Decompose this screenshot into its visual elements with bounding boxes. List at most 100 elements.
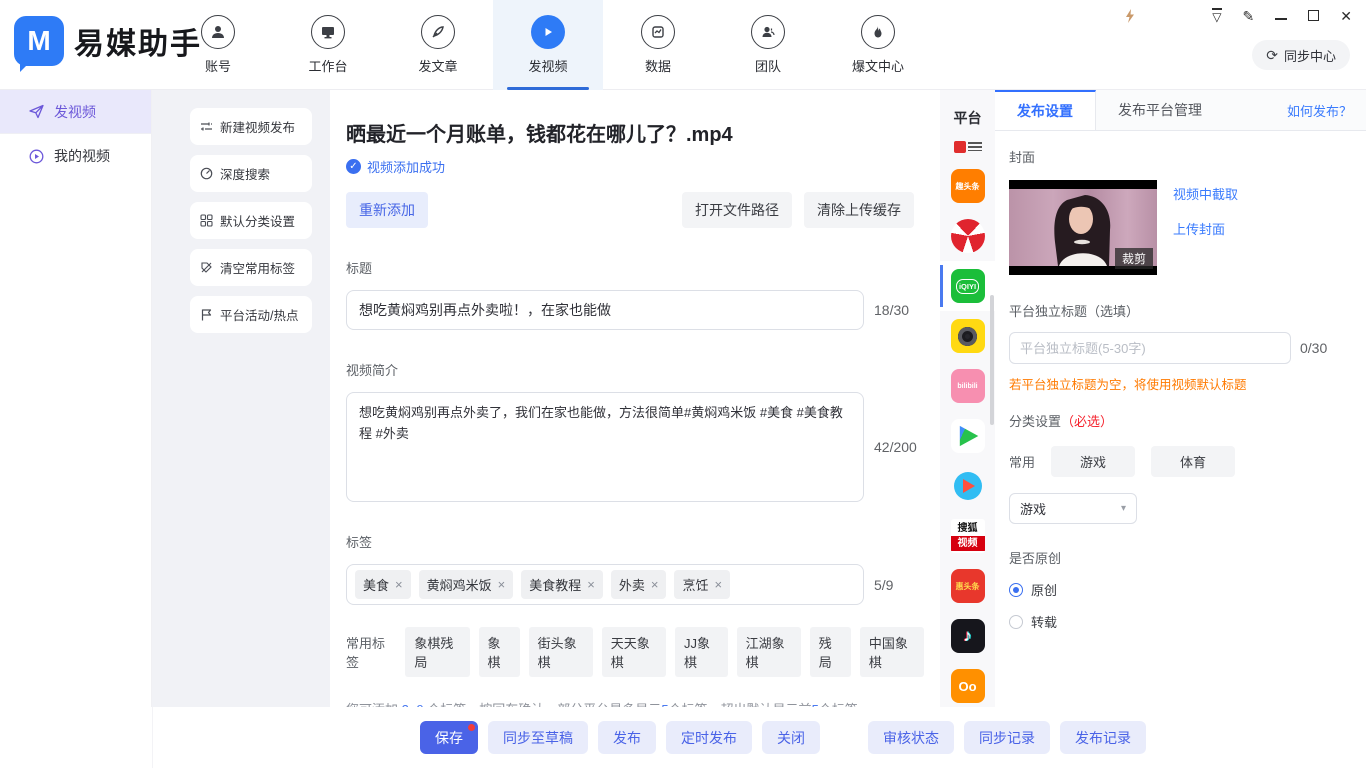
nav-item-account[interactable]: 账号: [163, 0, 273, 90]
tab-platform-management[interactable]: 发布平台管理: [1096, 90, 1224, 130]
nav-item-team[interactable]: 团队: [713, 0, 823, 90]
upload-cover-link[interactable]: 上传封面: [1173, 219, 1238, 238]
publish-button[interactable]: 发布: [598, 721, 656, 754]
clear-upload-cache-button[interactable]: 清除上传缓存: [804, 192, 914, 228]
common-tag-chip[interactable]: 街头象棋: [529, 627, 593, 677]
maximize-icon[interactable]: [1308, 10, 1319, 21]
common-tag-chip[interactable]: 残局: [810, 627, 851, 677]
platform-icon-camera-app[interactable]: [940, 311, 995, 361]
publish-settings-panel: 发布设置 发布平台管理 如何发布？ 封面: [995, 90, 1366, 707]
cover-thumbnail[interactable]: 裁剪: [1009, 180, 1157, 275]
sidebar-item-label: 发视频: [54, 102, 96, 122]
sync-records-button[interactable]: 同步记录: [964, 721, 1050, 754]
crop-button[interactable]: 裁剪: [1115, 248, 1153, 269]
nav-item-workbench[interactable]: 工作台: [273, 0, 383, 90]
deep-search-button[interactable]: 深度搜索: [190, 155, 312, 192]
tray-icon: [1124, 9, 1136, 23]
default-category-settings-button[interactable]: 默认分类设置: [190, 202, 312, 239]
hide-to-tray-icon[interactable]: ▽: [1212, 8, 1221, 23]
sidebar-item-publish-video[interactable]: 发视频: [0, 90, 151, 134]
platform-title-counter: 0/30: [1300, 340, 1327, 356]
radio-original-label: 原创: [1031, 580, 1057, 599]
title-input[interactable]: 想吃黄焖鸡别再点外卖啦！，在家也能做: [346, 290, 864, 330]
save-button[interactable]: 保存: [420, 721, 478, 754]
category-quick-game[interactable]: 游戏: [1051, 446, 1135, 477]
save-button-label: 保存: [435, 728, 463, 748]
action-label: 平台活动/热点: [220, 305, 298, 324]
platform-icon-douyin[interactable]: ♪: [940, 611, 995, 661]
window-controls: ▽ ✎ ✕: [1212, 8, 1352, 23]
platform-mini-logo[interactable]: [954, 140, 982, 153]
tag-label: 美食: [363, 575, 389, 594]
common-tag-chip[interactable]: JJ象棋: [675, 627, 728, 677]
platform-icon-tencent-video[interactable]: [940, 411, 995, 461]
tag-chip: 外卖 ×: [611, 570, 667, 599]
review-status-button[interactable]: 审核状态: [868, 721, 954, 754]
tag-chip: 美食 ×: [355, 570, 411, 599]
readd-video-button[interactable]: 重新添加: [346, 192, 428, 228]
radio-original[interactable]: 原创: [1009, 580, 1352, 599]
minimize-icon[interactable]: [1275, 12, 1287, 20]
radio-repost[interactable]: 转载: [1009, 612, 1352, 631]
category-quick-sports[interactable]: 体育: [1151, 446, 1235, 477]
sync-center-button[interactable]: ⟳ 同步中心: [1252, 40, 1350, 70]
platform-scrollbar[interactable]: [990, 295, 994, 425]
sync-to-draft-button[interactable]: 同步至草稿: [488, 721, 588, 754]
radio-repost-label: 转载: [1031, 612, 1057, 631]
platform-bar: 平台 趣头条 iQIYI bilibili 搜狐 视频 惠头条 ♪ Oo: [940, 90, 995, 707]
sidebar-item-my-videos[interactable]: 我的视频: [0, 134, 151, 178]
platform-icon-haokan[interactable]: [940, 461, 995, 511]
common-tag-chip[interactable]: 天天象棋: [602, 627, 666, 677]
tag-label: 黄焖鸡米饭: [427, 575, 492, 594]
platform-title-input[interactable]: [1009, 332, 1291, 364]
how-to-publish-link[interactable]: 如何发布？: [1287, 101, 1352, 120]
remove-tag-icon[interactable]: ×: [395, 577, 403, 592]
open-file-path-button[interactable]: 打开文件路径: [682, 192, 792, 228]
platform-icon-sohu-video[interactable]: 搜狐 视频: [940, 511, 995, 561]
description-textarea[interactable]: 想吃黄焖鸡别再点外卖了，我们在家也能做，方法很简单#黄焖鸡米饭 #美食 #美食教…: [346, 392, 864, 502]
new-video-publish-button[interactable]: 新建视频发布: [190, 108, 312, 145]
clear-common-tags-button[interactable]: 清空常用标签: [190, 249, 312, 286]
platform-icon-bilibili[interactable]: bilibili: [940, 361, 995, 411]
remove-tag-icon[interactable]: ×: [714, 577, 722, 592]
common-tag-chip[interactable]: 象棋残局: [405, 627, 469, 677]
platform-icon-ifeng[interactable]: [940, 211, 995, 261]
common-tag-chip[interactable]: 象棋: [479, 627, 520, 677]
nav-item-hot-center[interactable]: 爆文中心: [823, 0, 933, 90]
category-select[interactable]: 游戏 ▾: [1009, 493, 1137, 524]
tab-publish-settings[interactable]: 发布设置: [995, 90, 1096, 130]
common-tag-chip[interactable]: 中国象棋: [860, 627, 924, 677]
tag-label: 外卖: [619, 575, 645, 594]
pen-icon: [421, 15, 455, 49]
platform-icon-kuaishou[interactable]: Oo: [940, 661, 995, 711]
platform-icon-iqiyi[interactable]: iQIYI: [940, 261, 995, 311]
close-button[interactable]: 关闭: [762, 721, 820, 754]
tags-input[interactable]: 美食 × 黄焖鸡米饭 × 美食教程 × 外卖 × 烹饪 ×: [346, 564, 864, 605]
category-settings-label: 分类设置（必选）: [1009, 411, 1352, 430]
tag-chip: 美食教程 ×: [521, 570, 603, 599]
publish-records-button[interactable]: 发布记录: [1060, 721, 1146, 754]
description-counter: 42/200: [874, 439, 917, 455]
platform-activity-hot-button[interactable]: 平台活动/热点: [190, 296, 312, 333]
tag-off-icon: [200, 261, 213, 274]
close-icon[interactable]: ✕: [1340, 9, 1352, 23]
platform-bar-label: 平台: [940, 108, 995, 128]
capture-from-video-link[interactable]: 视频中截取: [1173, 184, 1238, 203]
scheduled-publish-button[interactable]: 定时发布: [666, 721, 752, 754]
common-tag-chip[interactable]: 江湖象棋: [737, 627, 801, 677]
tag-label: 美食教程: [529, 575, 581, 594]
remove-tag-icon[interactable]: ×: [587, 577, 595, 592]
nav-item-publish-video[interactable]: 发视频: [493, 0, 603, 90]
remove-tag-icon[interactable]: ×: [498, 577, 506, 592]
radio-unselected-icon: [1009, 615, 1023, 629]
nav-item-publish-article[interactable]: 发文章: [383, 0, 493, 90]
screenshot-icon[interactable]: ✎: [1243, 9, 1255, 23]
tags-hint: 您可添加 2~9 个标签，按回车确认。部分平台最多显示5个标签，超出默认显示前5…: [346, 699, 924, 707]
platform-title-label: 平台独立标题（选填）: [1009, 301, 1352, 320]
platform-icon-qutoutiao[interactable]: 趣头条: [940, 161, 995, 211]
platform-icon-huitoutiao[interactable]: 惠头条: [940, 561, 995, 611]
check-circle-icon: ✓: [346, 159, 361, 174]
nav-label: 爆文中心: [852, 56, 904, 75]
nav-item-data[interactable]: 数据: [603, 0, 713, 90]
remove-tag-icon[interactable]: ×: [651, 577, 659, 592]
